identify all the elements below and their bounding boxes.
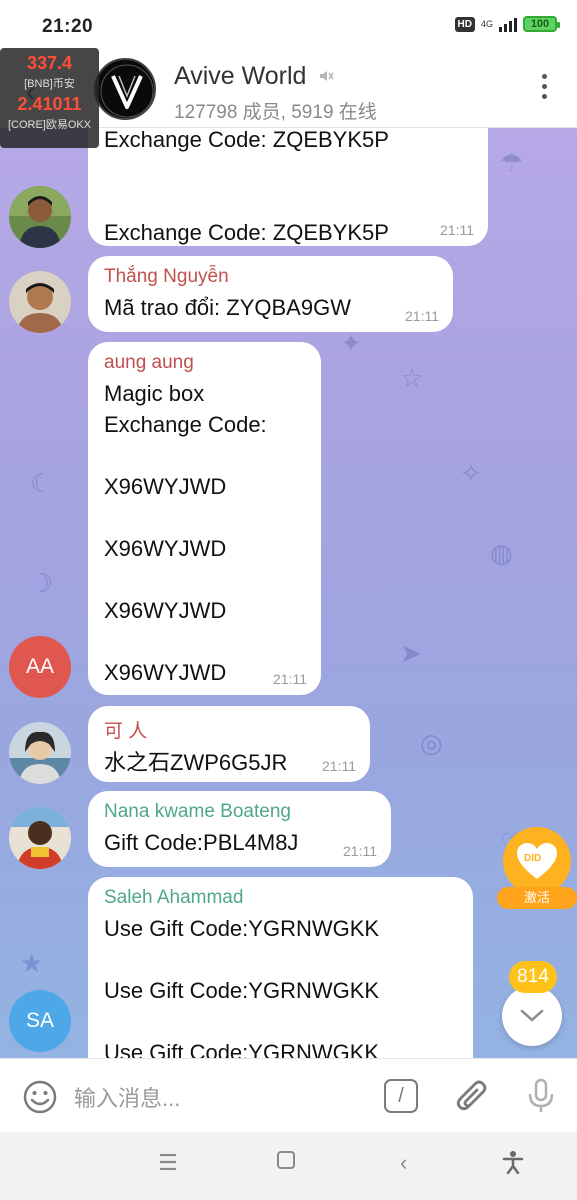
bot-command-button[interactable]: / [384, 1079, 418, 1113]
sender-avatar[interactable] [9, 722, 71, 784]
sender-avatar[interactable] [9, 271, 71, 333]
system-nav-bar: ☰ ‹ [0, 1132, 577, 1200]
bnb-price: 337.4 [26, 53, 73, 73]
more-menu-icon[interactable] [537, 74, 551, 99]
message-bubble[interactable]: Thắng Nguyễn Mã trao đổi: ZYQBA9GW 21:11 [88, 256, 453, 332]
message-time: 21:11 [405, 308, 439, 324]
sender-name[interactable]: 可 人 [104, 716, 354, 743]
home-icon[interactable] [276, 1150, 296, 1176]
unread-count-badge: 814 [509, 961, 557, 993]
message-time: 21:11 [322, 758, 356, 774]
chat-messages-area[interactable]: ☂ ☆ ☾ ✦ ◍ ➤ ✧ ★ ◎ ♡ ☽ Exchange Code: ZQE… [0, 128, 577, 1058]
sender-name[interactable]: Saleh Ahammad [104, 887, 457, 909]
sender-name[interactable]: Thắng Nguyễn [104, 266, 437, 288]
accessibility-icon[interactable] [502, 1150, 524, 1180]
voice-button[interactable] [526, 1077, 556, 1115]
scroll-down-button[interactable] [502, 986, 562, 1046]
avive-logo-icon [100, 64, 154, 118]
network-type: 4G [480, 18, 493, 29]
did-label: 激活 [497, 887, 577, 909]
sender-avatar[interactable] [9, 807, 71, 869]
message-bubble[interactable]: Saleh Ahammad Use Gift Code:YGRNWGKK Use… [88, 877, 473, 1058]
sender-avatar[interactable]: SA [9, 990, 71, 1052]
message-bubble[interactable]: Exchange Code: ZQEBYK5P Exchange Code: Z… [88, 128, 488, 246]
message-text: Use Gift Code:YGRNWGKK Use Gift Code:YGR… [104, 916, 380, 1058]
bnb-label: [BNB]币安 [24, 78, 75, 90]
group-avatar[interactable] [94, 58, 156, 120]
sender-name[interactable]: aung aung [104, 352, 305, 374]
microphone-icon [528, 1078, 554, 1112]
did-activate-button[interactable]: DID 激活 [497, 827, 577, 909]
smiley-icon [23, 1080, 57, 1114]
message-bubble[interactable]: Nana kwame Boateng Gift Code:PBL4M8J 21:… [88, 791, 391, 867]
sender-avatar[interactable]: AA [9, 636, 71, 698]
message-time: 21:11 [440, 222, 474, 238]
signal-icon [499, 16, 517, 32]
did-text: DID [524, 853, 542, 864]
message-text: 水之石ZWP6G5JR [104, 750, 288, 775]
status-indicators: HD 4G 100 [454, 16, 560, 32]
chat-title[interactable]: Avive World [174, 62, 306, 91]
paper-plane-doodle-icon: ➤ [400, 638, 422, 668]
sender-name[interactable]: Nana kwame Boateng [104, 801, 375, 823]
menu-icon[interactable]: ☰ [158, 1150, 178, 1176]
message-input-bar: 输入消息... / [0, 1058, 577, 1132]
star-doodle-icon: ☆ [400, 363, 424, 393]
core-price: 2.41011 [17, 94, 82, 114]
hd-icon: HD [454, 16, 475, 32]
status-bar: 21:20 HD 4G 100 [0, 0, 577, 52]
message-text: Gift Code:PBL4M8J [104, 830, 299, 855]
emoji-button[interactable] [22, 1079, 58, 1115]
moon-doodle-icon: ☽ [30, 568, 54, 598]
chevron-down-icon [520, 1009, 544, 1022]
moon-doodle-icon: ☾ [30, 468, 54, 498]
telescope-doodle-icon: ✧ [460, 458, 482, 488]
battery-icon: 100 [523, 16, 560, 32]
core-label: [CORE]欧易OKX [7, 119, 92, 131]
ufo-doodle-icon: ✦ [340, 328, 362, 358]
sender-avatar[interactable] [9, 186, 71, 248]
mute-icon [318, 68, 334, 89]
star-doodle-icon: ★ [20, 948, 44, 978]
message-time: 21:11 [273, 671, 307, 687]
message-input[interactable]: 输入消息... [74, 1081, 180, 1113]
message-text: Exchange Code: ZQEBYK5P Exchange Code: Z… [104, 128, 389, 245]
message-bubble[interactable]: 可 人 水之石ZWP6G5JR 21:11 [88, 706, 370, 782]
paperclip-icon [456, 1080, 487, 1111]
planet-doodle-icon: ◎ [420, 728, 443, 758]
message-text: Magic box Exchange Code: X96WYJWD X96WYJ… [104, 381, 267, 685]
back-icon[interactable]: ‹ [400, 1150, 407, 1176]
message-time: 21:11 [343, 843, 377, 859]
price-ticker-widget[interactable]: 337.4 [BNB]币安 2.41011 [CORE]欧易OKX [0, 48, 99, 148]
message-text: Mã trao đổi: ZYQBA9GW [104, 295, 351, 320]
parachute-doodle-icon: ☂ [500, 148, 524, 178]
status-time: 21:20 [42, 16, 94, 37]
attach-button[interactable] [454, 1077, 490, 1115]
planet-doodle-icon: ◍ [490, 538, 513, 568]
message-bubble[interactable]: aung aung Magic box Exchange Code: X96WY… [88, 342, 321, 695]
member-count: 127798 成员, 5919 在线 [174, 102, 377, 123]
